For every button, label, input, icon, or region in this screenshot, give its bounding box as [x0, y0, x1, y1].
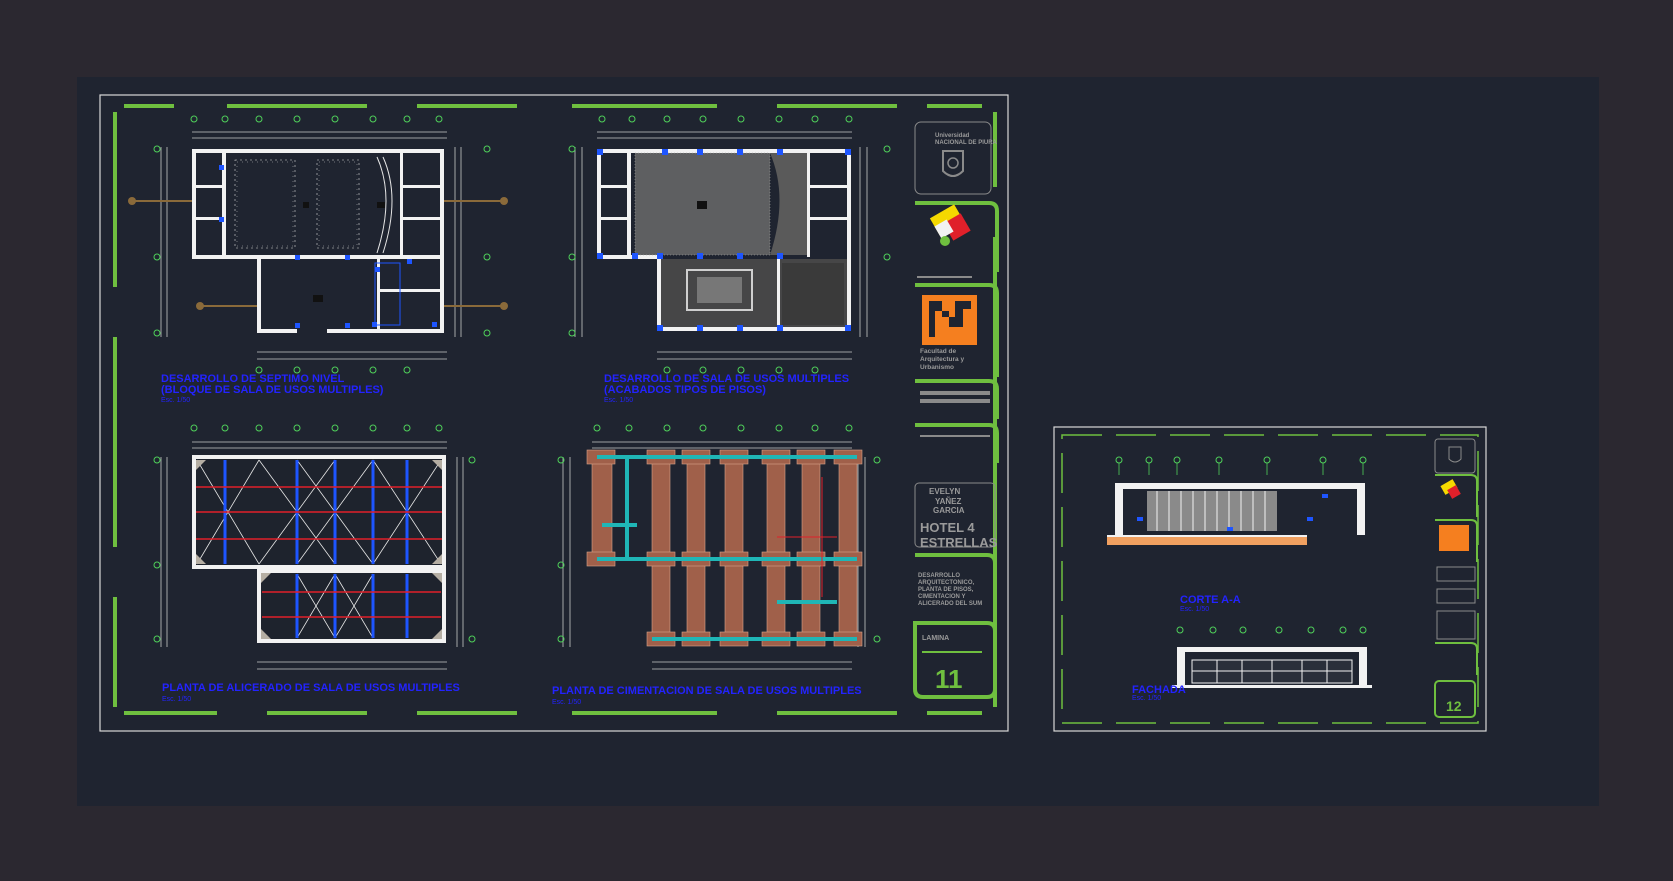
content-line-1: DESARROLLO: [918, 573, 960, 579]
plan-3-title: PLANTA DE ALICERADO DE SALA DE USOS MULT…: [162, 682, 460, 694]
plan-alicerado[interactable]: PLANTA DE ALICERADO DE SALA DE USOS MULT…: [153, 424, 476, 703]
faculty-logo-icon: [922, 295, 977, 345]
university-line-1: Universidad: [935, 133, 970, 139]
plan-cimentacion[interactable]: PLANTA DE CIMENTACION DE SALA DE USOS MU…: [552, 424, 881, 706]
fachada-scale: Esc. 1/50: [1132, 695, 1161, 702]
content-line-4: CIMENTACION Y: [918, 594, 965, 600]
title-block-sheet-2[interactable]: 12: [1434, 438, 1478, 718]
plan-2-scale: Esc. 1/50: [604, 397, 633, 404]
project-line-2: ESTRELLAS: [920, 535, 998, 550]
plan-2-title-line2: (ACABADOS TIPOS DE PISOS): [604, 384, 766, 396]
plan-septimo-nivel[interactable]: DESARROLLO DE SEPTIMO NIVEL (BLOQUE DE S…: [128, 115, 508, 404]
corte-scale: Esc. 1/50: [1180, 606, 1209, 613]
axis-bubbles-fachada: [1176, 626, 1367, 634]
content-line-5: ALICERADO DEL SUM: [918, 601, 982, 607]
plan-1-title-line2: (BLOQUE DE SALA DE USOS MULTIPLES): [161, 384, 384, 396]
elevation-corte-a-a[interactable]: CORTE A-A Esc. 1/50: [1107, 456, 1367, 613]
project-line-1: HOTEL 4: [920, 520, 975, 535]
sheet-number: 11: [935, 664, 963, 694]
sheet-1-green-border: [113, 104, 997, 715]
university-seal-icon: [942, 150, 964, 177]
axis-bubbles-top: [153, 115, 491, 374]
model-space-canvas[interactable]: DESARROLLO DE SEPTIMO NIVEL (BLOQUE DE S…: [77, 77, 1599, 806]
author-line-2: YAÑEZ: [935, 497, 961, 506]
elevation-fachada[interactable]: FACHADA Esc. 1/50: [1132, 626, 1372, 702]
plan-1-scale: Esc. 1/50: [161, 397, 190, 404]
university-logo-small-icon: [1440, 479, 1461, 499]
corte-title: CORTE A-A: [1180, 594, 1241, 606]
columns-plan-1: [219, 165, 437, 328]
sheet-2-number: 12: [1446, 698, 1462, 714]
faculty-line-1: Facultad de: [920, 348, 957, 355]
faculty-line-3: Urbanismo: [920, 364, 954, 371]
content-line-3: PLANTA DE PISOS,: [918, 587, 974, 593]
axis-bubbles-corte: [1115, 456, 1367, 475]
plan-3-scale: Esc. 1/50: [162, 696, 191, 703]
sheet-label: LAMINA: [922, 635, 949, 642]
plan-4-scale: Esc. 1/50: [552, 699, 581, 706]
faculty-line-2: Arquitectura y: [920, 356, 964, 363]
faculty-logo-small-icon: [1439, 525, 1469, 551]
axis-arrows: [132, 200, 504, 307]
author-line-3: GARCIA: [933, 506, 965, 515]
sheet-2[interactable]: CORTE A-A Esc. 1/50 FACHADA Esc. 1/50 12: [1053, 426, 1487, 732]
university-logo-icon: [929, 204, 971, 246]
university-line-2: NACIONAL DE PIURA: [935, 140, 998, 146]
plan-acabados-pisos[interactable]: DESARROLLO DE SALA DE USOS MULTIPLES (AC…: [568, 115, 891, 404]
sheet-1[interactable]: DESARROLLO DE SEPTIMO NIVEL (BLOQUE DE S…: [99, 94, 1009, 732]
title-block-sheet-1[interactable]: Universidad NACIONAL DE PIURA Facultad d…: [913, 121, 999, 699]
plan-4-title: PLANTA DE CIMENTACION DE SALA DE USOS MU…: [552, 685, 862, 697]
content-line-2: ARQUITECTONICO,: [918, 580, 975, 586]
author-line-1: EVELYN: [929, 487, 960, 496]
auditorium-seating: [234, 159, 385, 249]
